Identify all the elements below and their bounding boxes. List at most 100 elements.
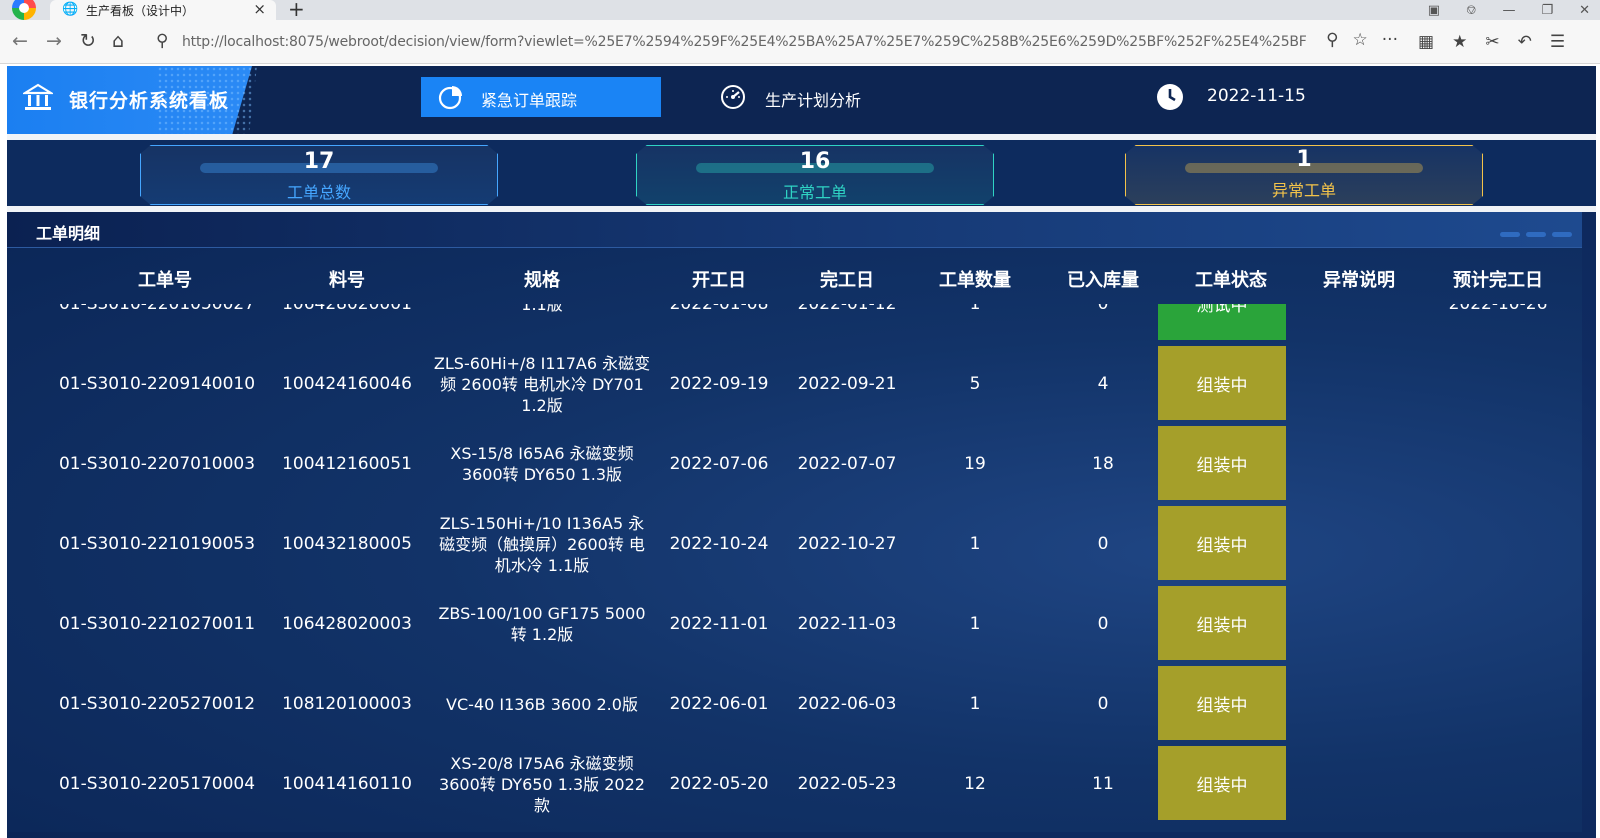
- cell-note: [1295, 424, 1423, 504]
- favorites-icon[interactable]: ★: [1452, 32, 1467, 52]
- cell-stocked: 4: [1097, 374, 1109, 394]
- cell-eta: [1423, 744, 1573, 824]
- table-row[interactable]: 01-S3010-2209140010 100424160046 ZLS-60Hi+…: [7, 344, 1582, 424]
- status-badge: 组装中: [1158, 506, 1286, 580]
- col-header-qty[interactable]: 工单数量: [911, 266, 1039, 292]
- dashboard-header: 银行分析系统看板 紧急订单跟踪 生产计划分析 2022-11-15: [7, 66, 1596, 134]
- col-header-eta[interactable]: 预计完工日: [1423, 266, 1573, 292]
- close-window-icon[interactable]: ✕: [1579, 3, 1590, 18]
- cell-qty: 12: [964, 774, 986, 794]
- kpi-normal-orders: 16 正常工单: [636, 145, 994, 205]
- order-detail-panel: 工单明细 工单号 料号 规格 开工日 完工日 工单数量 已入库量 工单状态 异常…: [7, 212, 1582, 832]
- cell-start-date: 2022-11-01: [669, 614, 769, 634]
- cell-part-no: 106428020003: [282, 614, 412, 634]
- address-bar: ← → ↻ ⌂ ⚲ http://localhost:8075/webroot/…: [0, 20, 1600, 64]
- back-icon[interactable]: ←: [12, 30, 28, 52]
- cell-start-date: 2022-01-08: [669, 304, 769, 314]
- cell-qty: 5: [969, 374, 981, 394]
- cell-stocked: 18: [1092, 454, 1114, 474]
- col-header-spec[interactable]: 规格: [432, 266, 652, 292]
- cell-qty: 1: [969, 304, 981, 314]
- col-header-stocked[interactable]: 已入库量: [1039, 266, 1167, 292]
- window-controls: ▣ ⎊ — ❐ ✕: [1428, 0, 1590, 20]
- reload-icon[interactable]: ↻: [80, 30, 96, 52]
- forward-icon[interactable]: →: [46, 30, 62, 52]
- cell-order-no: 01-S3010-2210270011: [58, 614, 256, 634]
- url-field[interactable]: ⚲ http://localhost:8075/webroot/decision…: [148, 27, 1398, 57]
- browser-tab-bar: 🌐 生产看板（设计中） × + ▣ ⎊ — ❐ ✕: [0, 0, 1600, 21]
- table-row[interactable]: 01-S3010-2205170004 100414160110 XS-20/8 I…: [7, 744, 1582, 824]
- status-badge: 组装中: [1158, 426, 1286, 500]
- cell-order-no: 01-S3010-2205270012: [58, 694, 256, 714]
- table-row[interactable]: 01-S3010-2210190053 100432180005 ZLS-150Hi…: [7, 504, 1582, 584]
- restore-icon[interactable]: ❐: [1541, 3, 1553, 18]
- cell-part-no: 100432180005: [282, 534, 412, 554]
- cell-start-date: 2022-09-19: [669, 374, 769, 394]
- nav-plan-label: 生产计划分析: [765, 91, 862, 110]
- col-header-end[interactable]: 完工日: [783, 266, 911, 292]
- cell-note: [1295, 504, 1423, 584]
- col-header-part-no[interactable]: 料号: [257, 266, 437, 292]
- nav-urgent-orders[interactable]: 紧急订单跟踪: [421, 77, 661, 117]
- cell-note: [1295, 304, 1423, 344]
- kpi-total-value: 17: [303, 149, 335, 174]
- url-text: http://localhost:8075/webroot/decision/v…: [182, 34, 1307, 50]
- dashboard: 银行分析系统看板 紧急订单跟踪 生产计划分析 2022-11-15 17 工单总…: [7, 66, 1596, 838]
- table-body[interactable]: 01-S3010-2201050027 106428020001 1.1版 2022-…: [7, 304, 1582, 832]
- cell-spec: ZBS-100/100 GF175 5000转 1.2版: [438, 604, 646, 644]
- cell-spec: XS-20/8 I75A6 永磁变频 3600转 DY650 1.3版 2022…: [439, 753, 645, 815]
- cell-end-date: 2022-07-07: [797, 454, 897, 474]
- apps-grid-icon[interactable]: ▦: [1418, 32, 1434, 52]
- scissors-icon[interactable]: ✂: [1485, 32, 1499, 52]
- cell-note: [1295, 744, 1423, 824]
- cell-stocked: 0: [1097, 614, 1109, 634]
- status-badge: 组装中: [1158, 666, 1286, 740]
- col-header-order-no[interactable]: 工单号: [75, 266, 255, 292]
- cell-stocked: 0: [1097, 694, 1109, 714]
- table-row[interactable]: 01-S3010-2201050027 106428020001 1.1版 2022-…: [7, 304, 1582, 344]
- clock-icon: [1157, 84, 1183, 110]
- col-header-note[interactable]: 异常说明: [1295, 266, 1423, 292]
- col-header-start[interactable]: 开工日: [655, 266, 783, 292]
- cell-note: [1295, 344, 1423, 424]
- current-date: 2022-11-15: [1207, 86, 1306, 106]
- cell-part-no: 108120100003: [282, 694, 412, 714]
- cell-spec: XS-15/8 I65A6 永磁变频 3600转 DY650 1.3版: [450, 444, 634, 484]
- kpi-normal-label: 正常工单: [782, 183, 847, 202]
- more-icon[interactable]: ···: [1382, 30, 1398, 50]
- bookmark-star-icon[interactable]: ☆: [1353, 30, 1368, 50]
- browser-logo-icon: [12, 0, 36, 20]
- menu-icon[interactable]: ☰: [1550, 32, 1565, 52]
- cell-part-no: 100424160046: [282, 374, 412, 394]
- zoom-icon[interactable]: ⚲: [1326, 30, 1338, 50]
- kpi-total-orders: 17 工单总数: [140, 145, 498, 205]
- cell-eta: [1423, 344, 1573, 424]
- new-tab-icon[interactable]: +: [288, 0, 305, 21]
- close-tab-icon[interactable]: ×: [253, 0, 266, 18]
- undo-icon[interactable]: ↶: [1518, 32, 1532, 52]
- table-row[interactable]: 01-S3010-2205270012 108120100003 VC-40 I13…: [7, 664, 1582, 744]
- globe-icon: 🌐: [62, 2, 79, 17]
- cell-eta: [1423, 584, 1573, 664]
- cell-part-no: 100412160051: [282, 454, 412, 474]
- kpi-abnormal-orders: 1 异常工单: [1125, 145, 1483, 205]
- browser-tab[interactable]: 🌐 生产看板（设计中） ×: [50, 0, 276, 20]
- gauge-icon: [721, 85, 745, 109]
- cell-end-date: 2022-01-12: [797, 304, 897, 314]
- brand-title: 银行分析系统看板: [69, 90, 230, 112]
- cell-qty: 1: [969, 534, 981, 554]
- home-icon[interactable]: ⌂: [112, 30, 124, 52]
- status-badge: 测试中: [1158, 304, 1286, 340]
- col-header-status[interactable]: 工单状态: [1167, 266, 1295, 292]
- kpi-abnormal-label: 异常工单: [1271, 181, 1336, 200]
- cell-part-no: 100414160110: [282, 774, 412, 794]
- tab-count-icon[interactable]: ▣: [1428, 3, 1440, 18]
- cell-start-date: 2022-06-01: [669, 694, 769, 714]
- cell-stocked: 0: [1097, 534, 1109, 554]
- browser-toolbar: ▦ ★ ✂ ↶ ☰: [1418, 32, 1565, 52]
- minimize-icon[interactable]: —: [1502, 3, 1515, 18]
- cell-qty: 19: [964, 454, 986, 474]
- table-row[interactable]: 01-S3010-2210270011 106428020003 ZBS-100/1…: [7, 584, 1582, 664]
- table-row[interactable]: 01-S3010-2207010003 100412160051 XS-15/8 I…: [7, 424, 1582, 504]
- shirt-icon[interactable]: ⎊: [1466, 3, 1476, 18]
